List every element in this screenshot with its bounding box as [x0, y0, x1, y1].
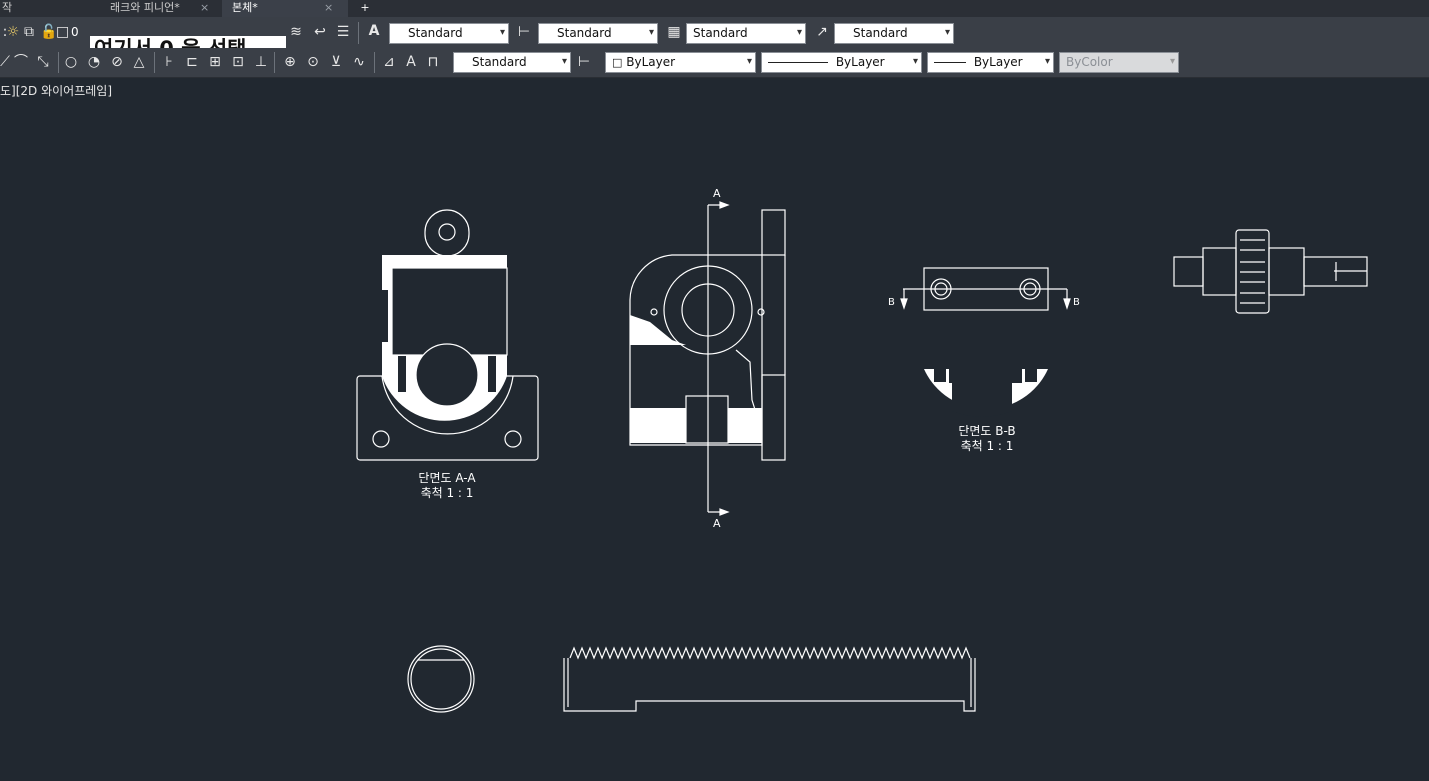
divider	[274, 52, 275, 73]
layer-previous-icon[interactable]: ↩	[312, 24, 328, 40]
tab-body[interactable]: 본체* ×	[222, 0, 348, 17]
linetype-preview	[768, 62, 828, 63]
chevron-down-icon: ▾	[746, 56, 752, 67]
close-icon[interactable]: ×	[200, 0, 209, 15]
cut-label-b-right: B	[1073, 297, 1080, 308]
rack-view[interactable]	[563, 646, 976, 712]
dimension-text-edit-icon[interactable]: A	[402, 54, 420, 70]
drawing-canvas[interactable]: A A B B	[0, 77, 1429, 781]
table-style-dropdown[interactable]: Standard ▾	[686, 23, 806, 44]
diameter-icon[interactable]: ⊘	[108, 54, 126, 70]
lock-icon[interactable]: 🔓	[40, 24, 57, 40]
section-b-b-caption: 단면도 B-B 축척 1 : 1	[935, 424, 1039, 454]
divider	[374, 52, 375, 73]
divider	[58, 52, 59, 73]
section-title: 단면도 B-B	[958, 424, 1016, 438]
divider	[358, 22, 359, 44]
dimension-style-dropdown[interactable]: Standard ▾	[538, 23, 658, 44]
text-style-icon[interactable]: A	[364, 23, 384, 39]
color-value: ByLayer	[626, 55, 676, 69]
tolerance-icon[interactable]: ⊕	[280, 54, 300, 70]
dimension-style-dropdown-2[interactable]: Standard ▾	[453, 52, 571, 73]
cut-label-a-bottom: A	[713, 517, 721, 530]
table-style-icon[interactable]: ▦	[664, 24, 684, 40]
tab-label: 작	[2, 1, 13, 14]
close-icon[interactable]: ×	[324, 0, 333, 15]
multileader-style-dropdown[interactable]: Standard ▾	[834, 23, 954, 44]
color-dropdown[interactable]: □ ByLayer ▾	[605, 52, 756, 73]
shaft-end-view[interactable]	[407, 645, 475, 713]
dimension-break-icon[interactable]: ⊥	[252, 54, 270, 70]
viewport-freeze-icon[interactable]: ⧉	[22, 24, 36, 40]
plot-style-dropdown: ByColor ▾	[1059, 52, 1179, 73]
linetype-dropdown[interactable]: ByLayer ▾	[761, 52, 922, 73]
layer-name: 0	[71, 25, 79, 39]
tab-partial[interactable]: 작	[0, 0, 96, 17]
plot-style-value: ByColor	[1066, 55, 1113, 69]
dimension-aligned-icon[interactable]: ⤡	[34, 54, 52, 70]
multileader-style-icon[interactable]: ↗	[812, 24, 832, 40]
lineweight-value: ByLayer	[973, 55, 1023, 69]
dimension-properties-toolbar: ⟋ ⌒ ⤡ ○ ◔ ⊘ △ ⊦ ⊏ ⊞ ⊡ ⊥ ⊕ ⊙ ⊻ ∿ ⊿ A ⊓ St…	[0, 48, 1429, 78]
center-mark-icon[interactable]: ⊙	[304, 54, 322, 70]
tab-label: 래크와 피니언*	[110, 1, 180, 14]
linetype-value: ByLayer	[835, 55, 885, 69]
inspection-icon[interactable]: ⊻	[327, 54, 345, 70]
color-swatch-icon[interactable]: □	[56, 24, 69, 40]
text-style-dropdown[interactable]: Standard ▾	[389, 23, 509, 44]
line-icon[interactable]: ⟋	[0, 54, 10, 70]
lineweight-preview	[934, 62, 966, 63]
chevron-down-icon: ▾	[1169, 56, 1175, 67]
section-scale: 축척 1 : 1	[960, 439, 1014, 453]
lineweight-dropdown[interactable]: ByLayer ▾	[927, 52, 1054, 73]
text-style-value: Standard	[408, 26, 463, 40]
style-value: Standard	[472, 55, 527, 69]
plus-icon: +	[360, 1, 370, 14]
tab-rack-pinion[interactable]: 래크와 피니언* ×	[100, 0, 220, 17]
chevron-down-icon: ▾	[944, 27, 950, 38]
section-view-b-b[interactable]	[924, 369, 1048, 417]
chevron-down-icon: ▾	[796, 27, 802, 38]
sun-icon[interactable]: ☼	[6, 24, 20, 40]
pinion-shaft-view[interactable]	[1173, 229, 1368, 314]
dimension-style-icon[interactable]: ⊢	[514, 24, 534, 40]
make-current-layer-icon[interactable]: ≋	[288, 24, 304, 40]
multileader-style-value: Standard	[853, 26, 908, 40]
layers-styles-toolbar: : ☼ ⧉ 🔓 □ 0 여기서 0 을 선택 ⌄ ≋ ↩ ☰ A Standar…	[0, 17, 1429, 62]
chevron-down-icon: ▾	[648, 27, 654, 38]
color-swatch-icon: □	[612, 56, 623, 69]
chevron-down-icon: ▾	[912, 56, 918, 67]
side-view[interactable]	[629, 201, 786, 516]
circle-icon[interactable]: ○	[62, 54, 80, 70]
tab-label: 본체*	[232, 1, 258, 14]
dimension-style-value: Standard	[557, 26, 612, 40]
dimension-edit-icon[interactable]: ⊿	[380, 54, 398, 70]
new-tab-button[interactable]: +	[354, 0, 376, 17]
dimension-update-icon[interactable]: ⊓	[424, 54, 442, 70]
layer-states-icon[interactable]: ☰	[335, 24, 351, 40]
table-style-value: Standard	[693, 26, 748, 40]
arc-icon[interactable]: ⌒	[12, 54, 30, 70]
top-view-part-b[interactable]	[900, 267, 1071, 311]
cut-label-a-top: A	[713, 187, 721, 200]
chevron-down-icon: ▾	[499, 27, 505, 38]
section-scale: 축척 1 : 1	[420, 486, 474, 500]
divider	[154, 52, 155, 73]
section-view-a-a[interactable]	[356, 209, 539, 461]
chevron-down-icon: ▾	[1044, 56, 1050, 67]
section-a-a-caption: 단면도 A-A 축척 1 : 1	[395, 471, 499, 501]
dimension-space-icon[interactable]: ⊡	[229, 54, 247, 70]
continue-icon[interactable]: ⊞	[206, 54, 224, 70]
radius-icon[interactable]: ◔	[85, 54, 103, 70]
quick-dimension-icon[interactable]: ⊦	[160, 54, 178, 70]
section-title: 단면도 A-A	[418, 471, 476, 485]
cut-label-b-left: B	[888, 297, 895, 308]
jogged-linear-icon[interactable]: ∿	[350, 54, 368, 70]
baseline-icon[interactable]: ⊏	[183, 54, 201, 70]
chevron-down-icon: ▾	[561, 56, 567, 67]
angular-icon[interactable]: △	[130, 54, 148, 70]
dim-style-manager-icon[interactable]: ⊢	[574, 54, 594, 70]
document-tab-bar: 작 래크와 피니언* × 본체* × +	[0, 0, 1429, 17]
